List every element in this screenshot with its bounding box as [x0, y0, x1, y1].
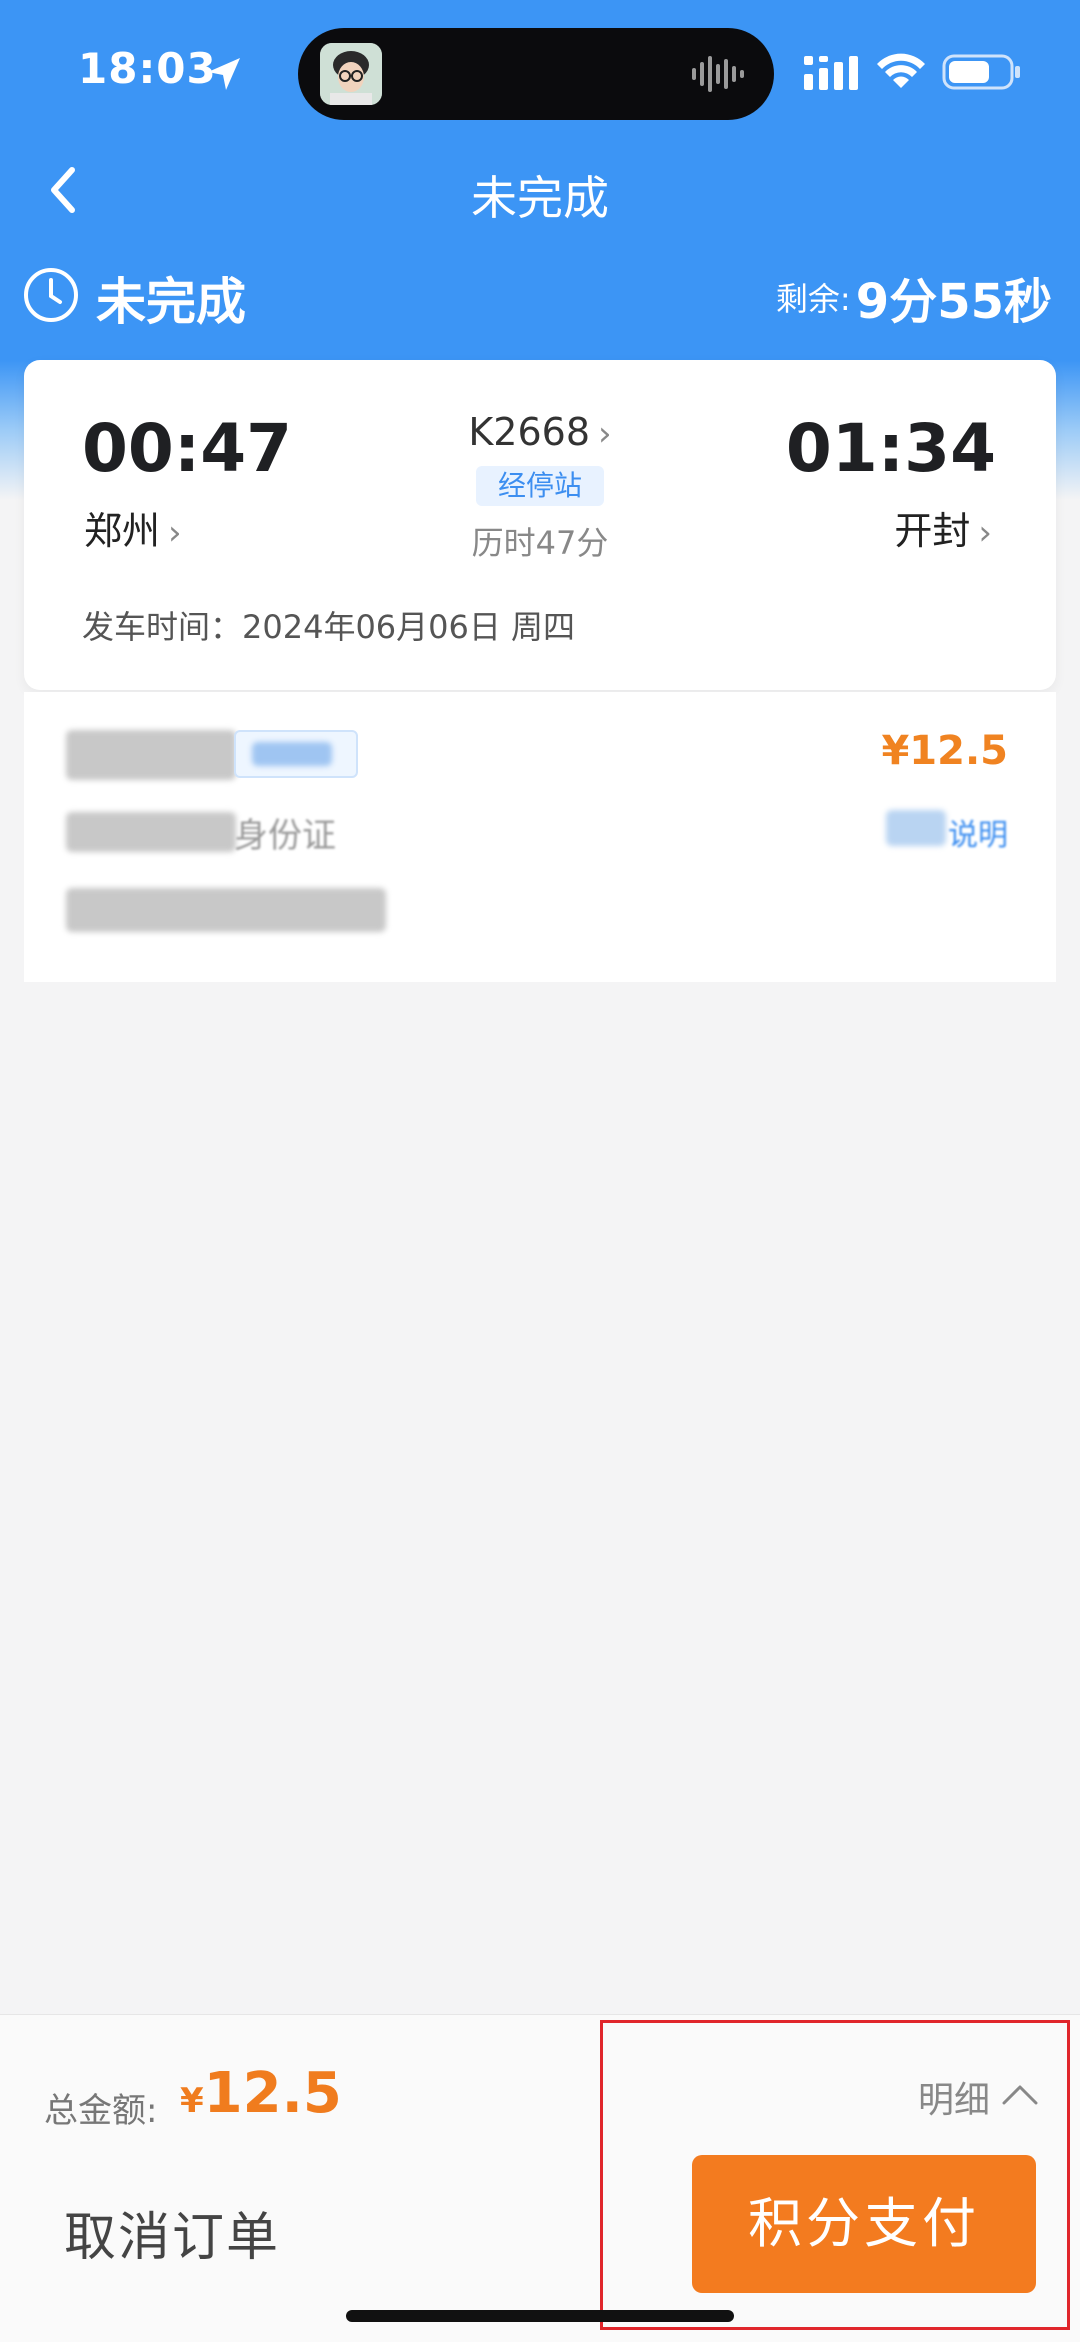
battery-icon [942, 54, 1020, 90]
phone-number-blurred [66, 888, 386, 932]
cellular-signal-icon [804, 56, 858, 90]
remaining-time: 剩余: 9分55秒 [776, 262, 1052, 332]
detail-button[interactable]: 明细 [918, 2071, 990, 2123]
location-arrow-icon [208, 58, 240, 90]
chevron-right-icon: › [598, 414, 612, 454]
ticket-type-blurred [252, 742, 332, 766]
note-link[interactable]: 说明 [948, 810, 1008, 854]
total-currency: ¥ [180, 2081, 204, 2121]
id-number-blurred [66, 812, 236, 852]
train-number-label: K2668 [468, 410, 591, 454]
page-title: 未完成 [471, 171, 609, 225]
passenger-price: ¥12.5 [881, 728, 1008, 774]
chevron-up-icon[interactable] [1000, 2081, 1040, 2107]
arrival-station[interactable]: 开封 › [894, 500, 992, 555]
passenger-name-blurred [66, 730, 236, 780]
stop-stations-badge[interactable]: 经停站 [476, 466, 604, 506]
departure-date: 发车时间：2024年06月06日 周四 [82, 608, 576, 646]
clock-icon [24, 268, 78, 322]
total-value: 12.5 [203, 2061, 342, 2126]
note-blurred [886, 810, 946, 846]
remaining-label: 剩余: [775, 280, 851, 318]
passenger-card: ¥12.5 身份证 说明 [24, 692, 1056, 982]
status-time: 18:03 [78, 44, 217, 93]
total-label: 总金额: [44, 2091, 158, 2131]
order-status-label: 未完成 [96, 273, 246, 331]
avatar [320, 43, 382, 105]
remaining-countdown: 9分55秒 [855, 274, 1052, 330]
arrival-time: 01:34 [785, 410, 996, 487]
trip-card: 00:47 郑州 › K2668 › 经停站 历时47分 01:34 开封 › 发车时… [24, 360, 1056, 690]
id-type: 身份证 [234, 816, 336, 856]
home-indicator[interactable] [346, 2310, 734, 2322]
dynamic-island[interactable] [298, 28, 774, 120]
chevron-right-icon: › [978, 513, 992, 553]
total-amount: ¥12.5 [180, 2061, 342, 2126]
wifi-icon [877, 53, 925, 88]
audio-waveform-icon [692, 56, 744, 92]
bottom-action-bar: 总金额: ¥12.5 明细 取消订单 积分支付 [0, 2014, 1080, 2342]
ticket-type-badge [234, 730, 358, 778]
cancel-order-button[interactable]: 取消订单 [64, 2195, 280, 2270]
points-pay-button[interactable]: 积分支付 [692, 2155, 1036, 2293]
arrival-station-name: 开封 [894, 509, 971, 553]
